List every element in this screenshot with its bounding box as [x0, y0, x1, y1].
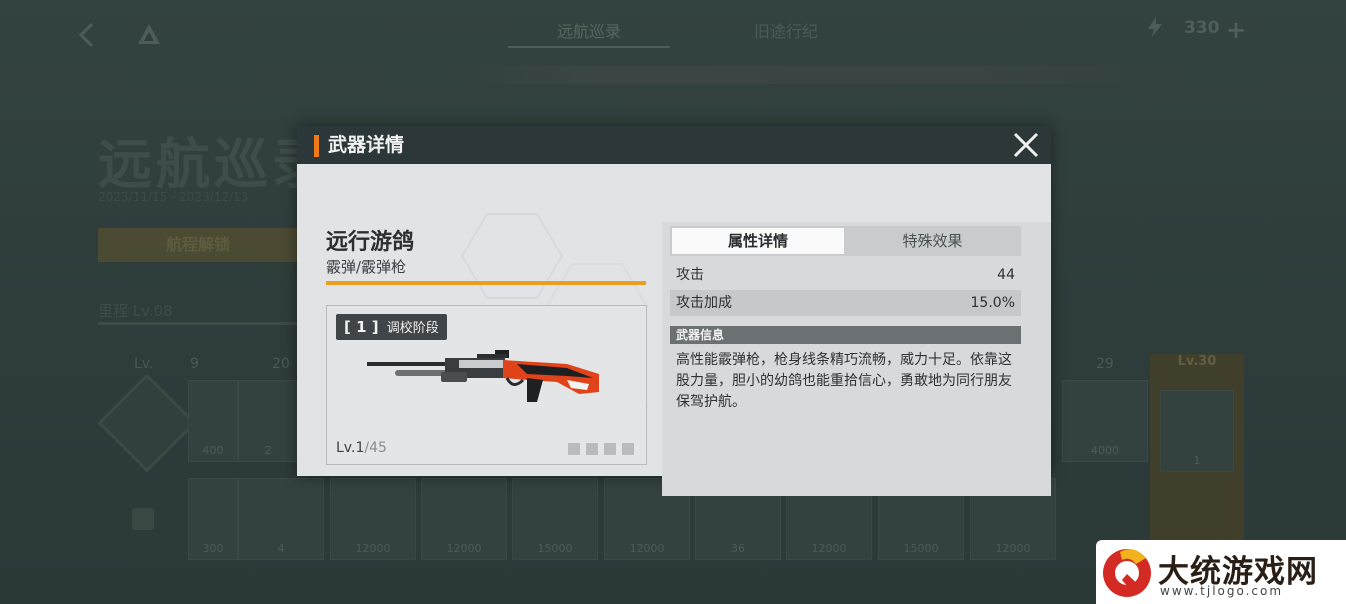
- weapon-level-current: Lv.1: [336, 440, 365, 456]
- plus-icon[interactable]: +: [1226, 16, 1246, 44]
- site-logo-icon: [1103, 549, 1151, 597]
- refine-pip: [568, 443, 580, 455]
- refine-pip: [622, 443, 634, 455]
- weapon-info-header: 武器信息: [670, 326, 1021, 344]
- stat-label: 攻击: [676, 267, 704, 283]
- site-watermark: 大统游戏网 www.tjlogo.com: [1096, 540, 1346, 604]
- stat-label: 攻击加成: [676, 295, 732, 311]
- modal-header: 武器详情: [297, 126, 1051, 164]
- reward-card[interactable]: 4000: [1062, 380, 1148, 462]
- home-icon[interactable]: [136, 22, 162, 48]
- modal-title: 武器详情: [328, 134, 405, 156]
- reward-card[interactable]: 1: [1160, 390, 1234, 472]
- tab-attributes[interactable]: 属性详情: [672, 228, 844, 254]
- weapon-name-underline: [326, 281, 646, 285]
- weapon-name: 远行游鸽: [326, 230, 415, 255]
- detail-panel: 属性详情 特殊效果 攻击 44 攻击加成 15.0% 武器信息 高性能霰弹枪，枪…: [662, 222, 1051, 496]
- reward-card[interactable]: 2: [238, 380, 298, 462]
- mileage-level: 里程 Lv.08: [98, 302, 173, 320]
- background-weapon-art: [450, 66, 1190, 84]
- tab-old-route[interactable]: 旧途行纪: [726, 18, 846, 46]
- weapon-type: 霰弹/霰弹枪: [326, 258, 407, 276]
- tuning-stage-number: [ 1 ]: [344, 318, 379, 336]
- event-dates: 2023/11/15 - 2023/12/13: [98, 190, 249, 204]
- watermark-url: www.tjlogo.com: [1160, 584, 1284, 598]
- reward-card[interactable]: 15000: [512, 478, 598, 560]
- column-label: 9: [190, 356, 199, 372]
- refine-pip: [604, 443, 616, 455]
- stat-value: 15.0%: [970, 295, 1015, 311]
- weapon-level-max: /45: [364, 440, 387, 456]
- tab-voyage-log[interactable]: 远航巡录: [508, 18, 670, 48]
- final-reward-level: Lv.30: [1177, 354, 1217, 369]
- top-bar: 远航巡录 旧途行纪 330 +: [0, 0, 1346, 62]
- tab-special-effects[interactable]: 特殊效果: [846, 228, 1019, 254]
- column-label: 20: [272, 356, 290, 372]
- stat-value: 44: [997, 267, 1015, 283]
- tuning-stage-tag: [ 1 ] 调校阶段: [336, 314, 447, 340]
- modal-body: 远行游鸽 霰弹/霰弹枪 [ 1 ] 调校阶段 Lv.1/45 属性详情 特殊效果…: [297, 164, 1051, 496]
- energy-icon: [1148, 17, 1162, 37]
- event-title: 远航巡录: [98, 133, 330, 196]
- energy-value: 330: [1184, 18, 1220, 38]
- refine-pip: [586, 443, 598, 455]
- detail-tabs: 属性详情 特殊效果: [670, 226, 1021, 256]
- weapon-level: Lv.1/45: [336, 440, 387, 456]
- lock-icon: [132, 508, 154, 530]
- reward-card[interactable]: 4: [238, 478, 324, 560]
- header-accent-bar: [314, 135, 319, 157]
- shotgun-image: [367, 350, 599, 402]
- weapon-description: 高性能霰弹枪，枪身线条精巧流畅，威力十足。依靠这股力量，胆小的幼鸽也能重拾信心，…: [676, 352, 1012, 410]
- refine-pips: [568, 443, 634, 455]
- reward-card[interactable]: 12000: [421, 478, 507, 560]
- reward-card[interactable]: 400: [188, 380, 238, 462]
- mileage-progress-bar: [98, 322, 298, 325]
- stat-row-attack: 攻击 44: [670, 262, 1021, 288]
- stat-row-attack-bonus: 攻击加成 15.0%: [670, 290, 1021, 316]
- weapon-preview-card: [ 1 ] 调校阶段 Lv.1/45: [326, 305, 647, 465]
- reward-card[interactable]: 12000: [330, 478, 416, 560]
- weapon-info-title: 武器信息: [676, 328, 725, 342]
- column-label: 29: [1096, 356, 1114, 372]
- lv-header: Lv.: [134, 356, 154, 372]
- tuning-stage-label: 调校阶段: [386, 321, 439, 336]
- weapon-detail-modal: 武器详情 远行游鸽 霰弹/霰弹枪 [ 1 ] 调校阶段 Lv.1/45 属性详情…: [297, 126, 1051, 496]
- unlock-voyage-button[interactable]: 航程解锁: [98, 228, 298, 262]
- close-icon[interactable]: [1012, 131, 1040, 159]
- rank-badge-icon: [97, 373, 197, 473]
- reward-card[interactable]: 300: [188, 478, 238, 560]
- back-arrow-icon[interactable]: [76, 22, 98, 48]
